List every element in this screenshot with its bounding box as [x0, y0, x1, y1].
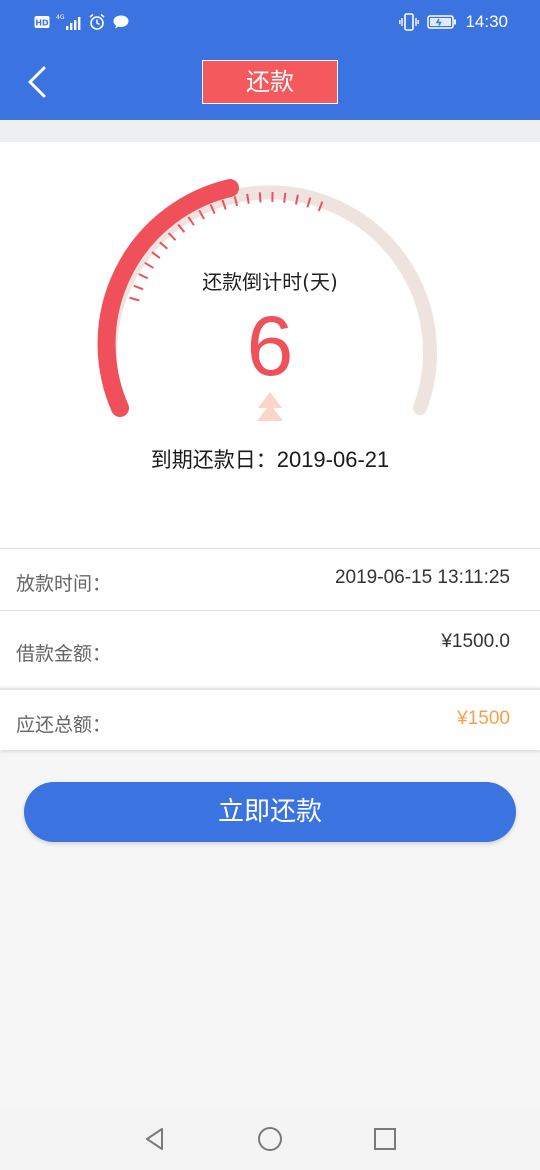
- due-date-row: 到期还款日：2019-06-21: [0, 444, 540, 474]
- countdown-card: 还款倒计时(天) 6 到期还款日：2019-06-21: [0, 142, 540, 548]
- due-date-label: 到期还款日：: [150, 448, 277, 472]
- chevron-left-icon: [28, 66, 46, 98]
- svg-text:4G: 4G: [56, 14, 65, 21]
- countdown-days: 6: [246, 299, 294, 393]
- gauge-tick: [258, 192, 262, 203]
- header-bar: 还款: [0, 44, 540, 120]
- list-item-loan-time: 放款时间： 2019-06-15 13:11:25: [0, 548, 540, 610]
- loan-amount-label: 借款金额：: [16, 643, 112, 665]
- signal-icon: 4G: [56, 14, 81, 30]
- loan-time-value: 2019-06-15 13:11:25: [334, 567, 510, 588]
- battery-icon: [427, 15, 457, 29]
- gauge-tick: [159, 241, 169, 250]
- home-circle-icon[interactable]: [255, 1124, 285, 1154]
- status-time: 14:30: [465, 12, 508, 31]
- page-title: 还款: [202, 60, 338, 104]
- list-item-loan-amount: 借款金额： ¥1500.0: [0, 610, 540, 686]
- gauge-tick: [151, 251, 161, 259]
- gauge-tick: [283, 192, 287, 203]
- list-item-total-due: 应还总额： ¥1500: [0, 688, 540, 750]
- section-divider: [0, 120, 540, 142]
- loan-details: 放款时间： 2019-06-15 13:11:25 借款金额： ¥1500.0: [0, 548, 540, 686]
- system-nav-bar: [0, 1108, 540, 1170]
- countdown-label: 还款倒计时(天): [202, 270, 338, 294]
- back-button[interactable]: [20, 58, 60, 106]
- recents-square-icon[interactable]: [370, 1124, 400, 1154]
- status-bar-right: 14:30: [399, 12, 508, 32]
- alarm-icon: [89, 13, 105, 30]
- hd-icon: HD: [34, 16, 50, 28]
- loan-amount-value: ¥1500.0: [441, 631, 510, 652]
- loan-time-label: 放款时间：: [16, 573, 112, 595]
- message-icon: [113, 15, 129, 29]
- gauge-pointer-icon: [257, 392, 283, 421]
- back-triangle-icon[interactable]: [140, 1124, 170, 1154]
- status-bar-left: HD 4G: [34, 12, 130, 32]
- vibrate-icon: [399, 13, 420, 31]
- status-bar: HD 4G 14:30: [0, 0, 540, 44]
- due-date-value: 2019-06-21: [276, 447, 390, 472]
- total-due-value: ¥1500: [457, 708, 510, 729]
- total-due-label: 应还总额：: [16, 714, 112, 736]
- svg-text:HD: HD: [35, 19, 49, 28]
- repay-now-button[interactable]: 立即还款: [24, 782, 516, 842]
